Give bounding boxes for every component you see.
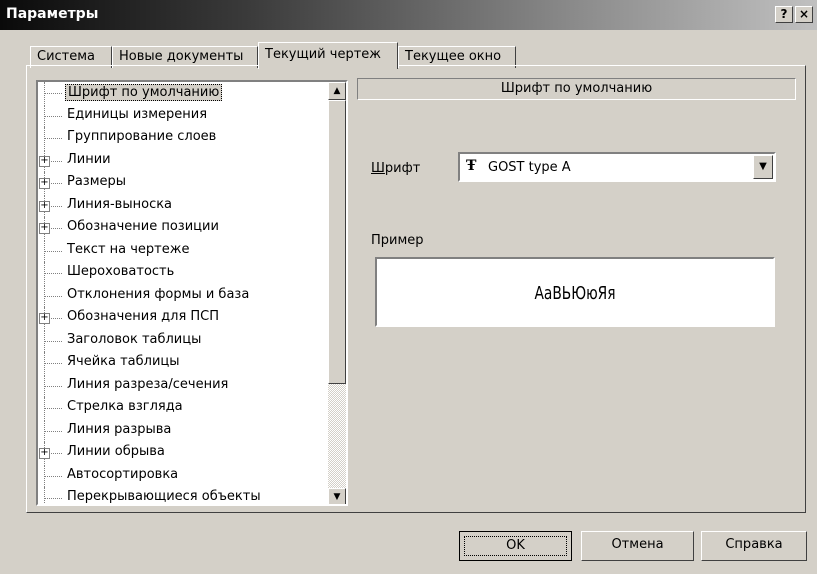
tree-item-label: Обозначение позиции bbox=[67, 219, 219, 234]
expand-plus-icon[interactable]: + bbox=[39, 178, 50, 189]
tree-item[interactable]: Перекрывающиеся объекты bbox=[38, 487, 328, 504]
expand-plus-icon[interactable]: + bbox=[39, 155, 50, 167]
title-bar[interactable]: Параметры ? × bbox=[0, 0, 817, 30]
tree-item[interactable]: Текст на чертеже bbox=[38, 239, 328, 262]
tree-item-label: Линии обрыва bbox=[67, 444, 165, 459]
tree-item[interactable]: Шрифт по умолчанию bbox=[38, 82, 328, 104]
expand-plus-icon[interactable]: + bbox=[39, 448, 50, 459]
tree-item-label: Стрелка взгляда bbox=[67, 399, 183, 414]
scroll-thumb[interactable] bbox=[328, 100, 346, 384]
tree-connector bbox=[45, 430, 62, 432]
tree-item[interactable]: Заголовок таблицы bbox=[38, 329, 328, 352]
tree-items: Шрифт по умолчанию Единицы измерения Групп… bbox=[38, 82, 328, 504]
tree-connector bbox=[44, 487, 45, 504]
sample-text: АаВЬЮюЯя bbox=[534, 283, 616, 304]
tree-item[interactable]: Группирование слоев bbox=[38, 127, 328, 149]
tree-item[interactable]: + Линия-выноска bbox=[38, 194, 328, 217]
tree-item[interactable]: Линия разрыва bbox=[38, 419, 328, 442]
tab-2[interactable]: Текущий чертеж bbox=[258, 42, 398, 69]
tree-item-label: Единицы измерения bbox=[67, 106, 208, 122]
dropdown-arrow-icon[interactable]: ▼ bbox=[753, 155, 773, 179]
tree-item-label: Линия-выноска bbox=[67, 196, 173, 212]
tree-item[interactable]: Шероховатость bbox=[38, 262, 328, 284]
tree-item-label: Отклонения формы и база bbox=[67, 286, 250, 302]
tree-item[interactable]: Стрелка взгляда bbox=[38, 397, 328, 419]
tree-connector bbox=[45, 498, 62, 499]
font-label-rest: рифт bbox=[384, 161, 421, 176]
tree-item[interactable]: Ячейка таблицы bbox=[38, 352, 328, 374]
help-title-button[interactable]: ? bbox=[775, 6, 793, 23]
scroll-up-arrow-icon[interactable]: ▲ bbox=[328, 82, 346, 100]
tree-item-label: Линия разрыва bbox=[67, 421, 172, 437]
tree-connector bbox=[45, 115, 62, 117]
tree-item-label: Текст на чертеже bbox=[67, 241, 190, 257]
font-select[interactable]: Ŧ GOST type A ▼ bbox=[458, 152, 776, 182]
sample-label: Пример bbox=[371, 233, 424, 248]
font-label-accelerator: Ш bbox=[371, 161, 385, 176]
tree-connector bbox=[45, 250, 62, 252]
truetype-font-icon: Ŧ bbox=[466, 158, 477, 174]
tree-item[interactable]: Линия разреза/сечения bbox=[38, 374, 328, 397]
expand-plus-icon[interactable]: + bbox=[39, 313, 50, 324]
tree-connector bbox=[45, 93, 62, 94]
tree-item[interactable]: + Размеры bbox=[38, 172, 328, 194]
ok-button-label: OK bbox=[464, 536, 567, 556]
tree-vertical-scrollbar[interactable]: ▲ ▼ bbox=[328, 82, 346, 504]
tree-connector bbox=[45, 273, 62, 274]
tree-item-label: Перекрывающиеся объекты bbox=[67, 489, 261, 504]
tree-connector bbox=[45, 363, 62, 364]
tree-item-label: Заголовок таблицы bbox=[67, 331, 202, 347]
settings-tree[interactable]: Шрифт по умолчанию Единицы измерения Групп… bbox=[36, 80, 348, 506]
tree-item[interactable]: + Линии обрыва bbox=[38, 442, 328, 464]
expand-plus-icon[interactable]: + bbox=[39, 223, 50, 234]
tree-connector bbox=[45, 138, 62, 139]
tree-connector bbox=[45, 340, 62, 342]
scroll-down-arrow-icon[interactable]: ▼ bbox=[328, 488, 346, 504]
window-title: Параметры bbox=[6, 6, 99, 22]
help-button[interactable]: Справка bbox=[701, 531, 807, 561]
tree-item-label: Шероховатость bbox=[67, 264, 175, 279]
tree-item-label: Обозначения для ПСП bbox=[67, 309, 220, 324]
cancel-button[interactable]: Отмена bbox=[581, 531, 694, 561]
tree-item-label: Группирование слоев bbox=[67, 129, 217, 144]
tree-item[interactable]: + Обозначение позиции bbox=[38, 217, 328, 239]
tree-item[interactable]: + Линии bbox=[38, 149, 328, 172]
tree-item-label: Шрифт по умолчанию bbox=[65, 84, 223, 101]
ok-button[interactable]: OK bbox=[459, 531, 572, 561]
tree-connector bbox=[45, 408, 62, 409]
tree-item-label: Линия разреза/сечения bbox=[67, 376, 229, 392]
sample-preview: АаВЬЮюЯя bbox=[375, 257, 775, 327]
font-label: Шрифт bbox=[371, 161, 420, 176]
expand-plus-icon[interactable]: + bbox=[39, 200, 50, 212]
tree-connector bbox=[45, 385, 62, 387]
tree-item-label: Ячейка таблицы bbox=[67, 354, 180, 369]
tree-item[interactable]: + Обозначения для ПСП bbox=[38, 307, 328, 329]
panel-header: Шрифт по умолчанию bbox=[357, 78, 796, 100]
tree-item[interactable]: Автосортировка bbox=[38, 464, 328, 487]
tree-item-label: Автосортировка bbox=[67, 466, 179, 482]
tree-item-label: Линии bbox=[67, 151, 111, 167]
tree-connector bbox=[45, 295, 62, 297]
tree-item[interactable]: Отклонения формы и база bbox=[38, 284, 328, 307]
tree-item[interactable]: Единицы измерения bbox=[38, 104, 328, 127]
close-title-button[interactable]: × bbox=[795, 6, 813, 23]
font-select-value: GOST type A bbox=[488, 160, 571, 175]
tree-connector bbox=[45, 475, 62, 477]
parameters-dialog: Параметры ? × Система Новые документы Теку… bbox=[0, 0, 817, 574]
tree-item-label: Размеры bbox=[67, 174, 127, 189]
